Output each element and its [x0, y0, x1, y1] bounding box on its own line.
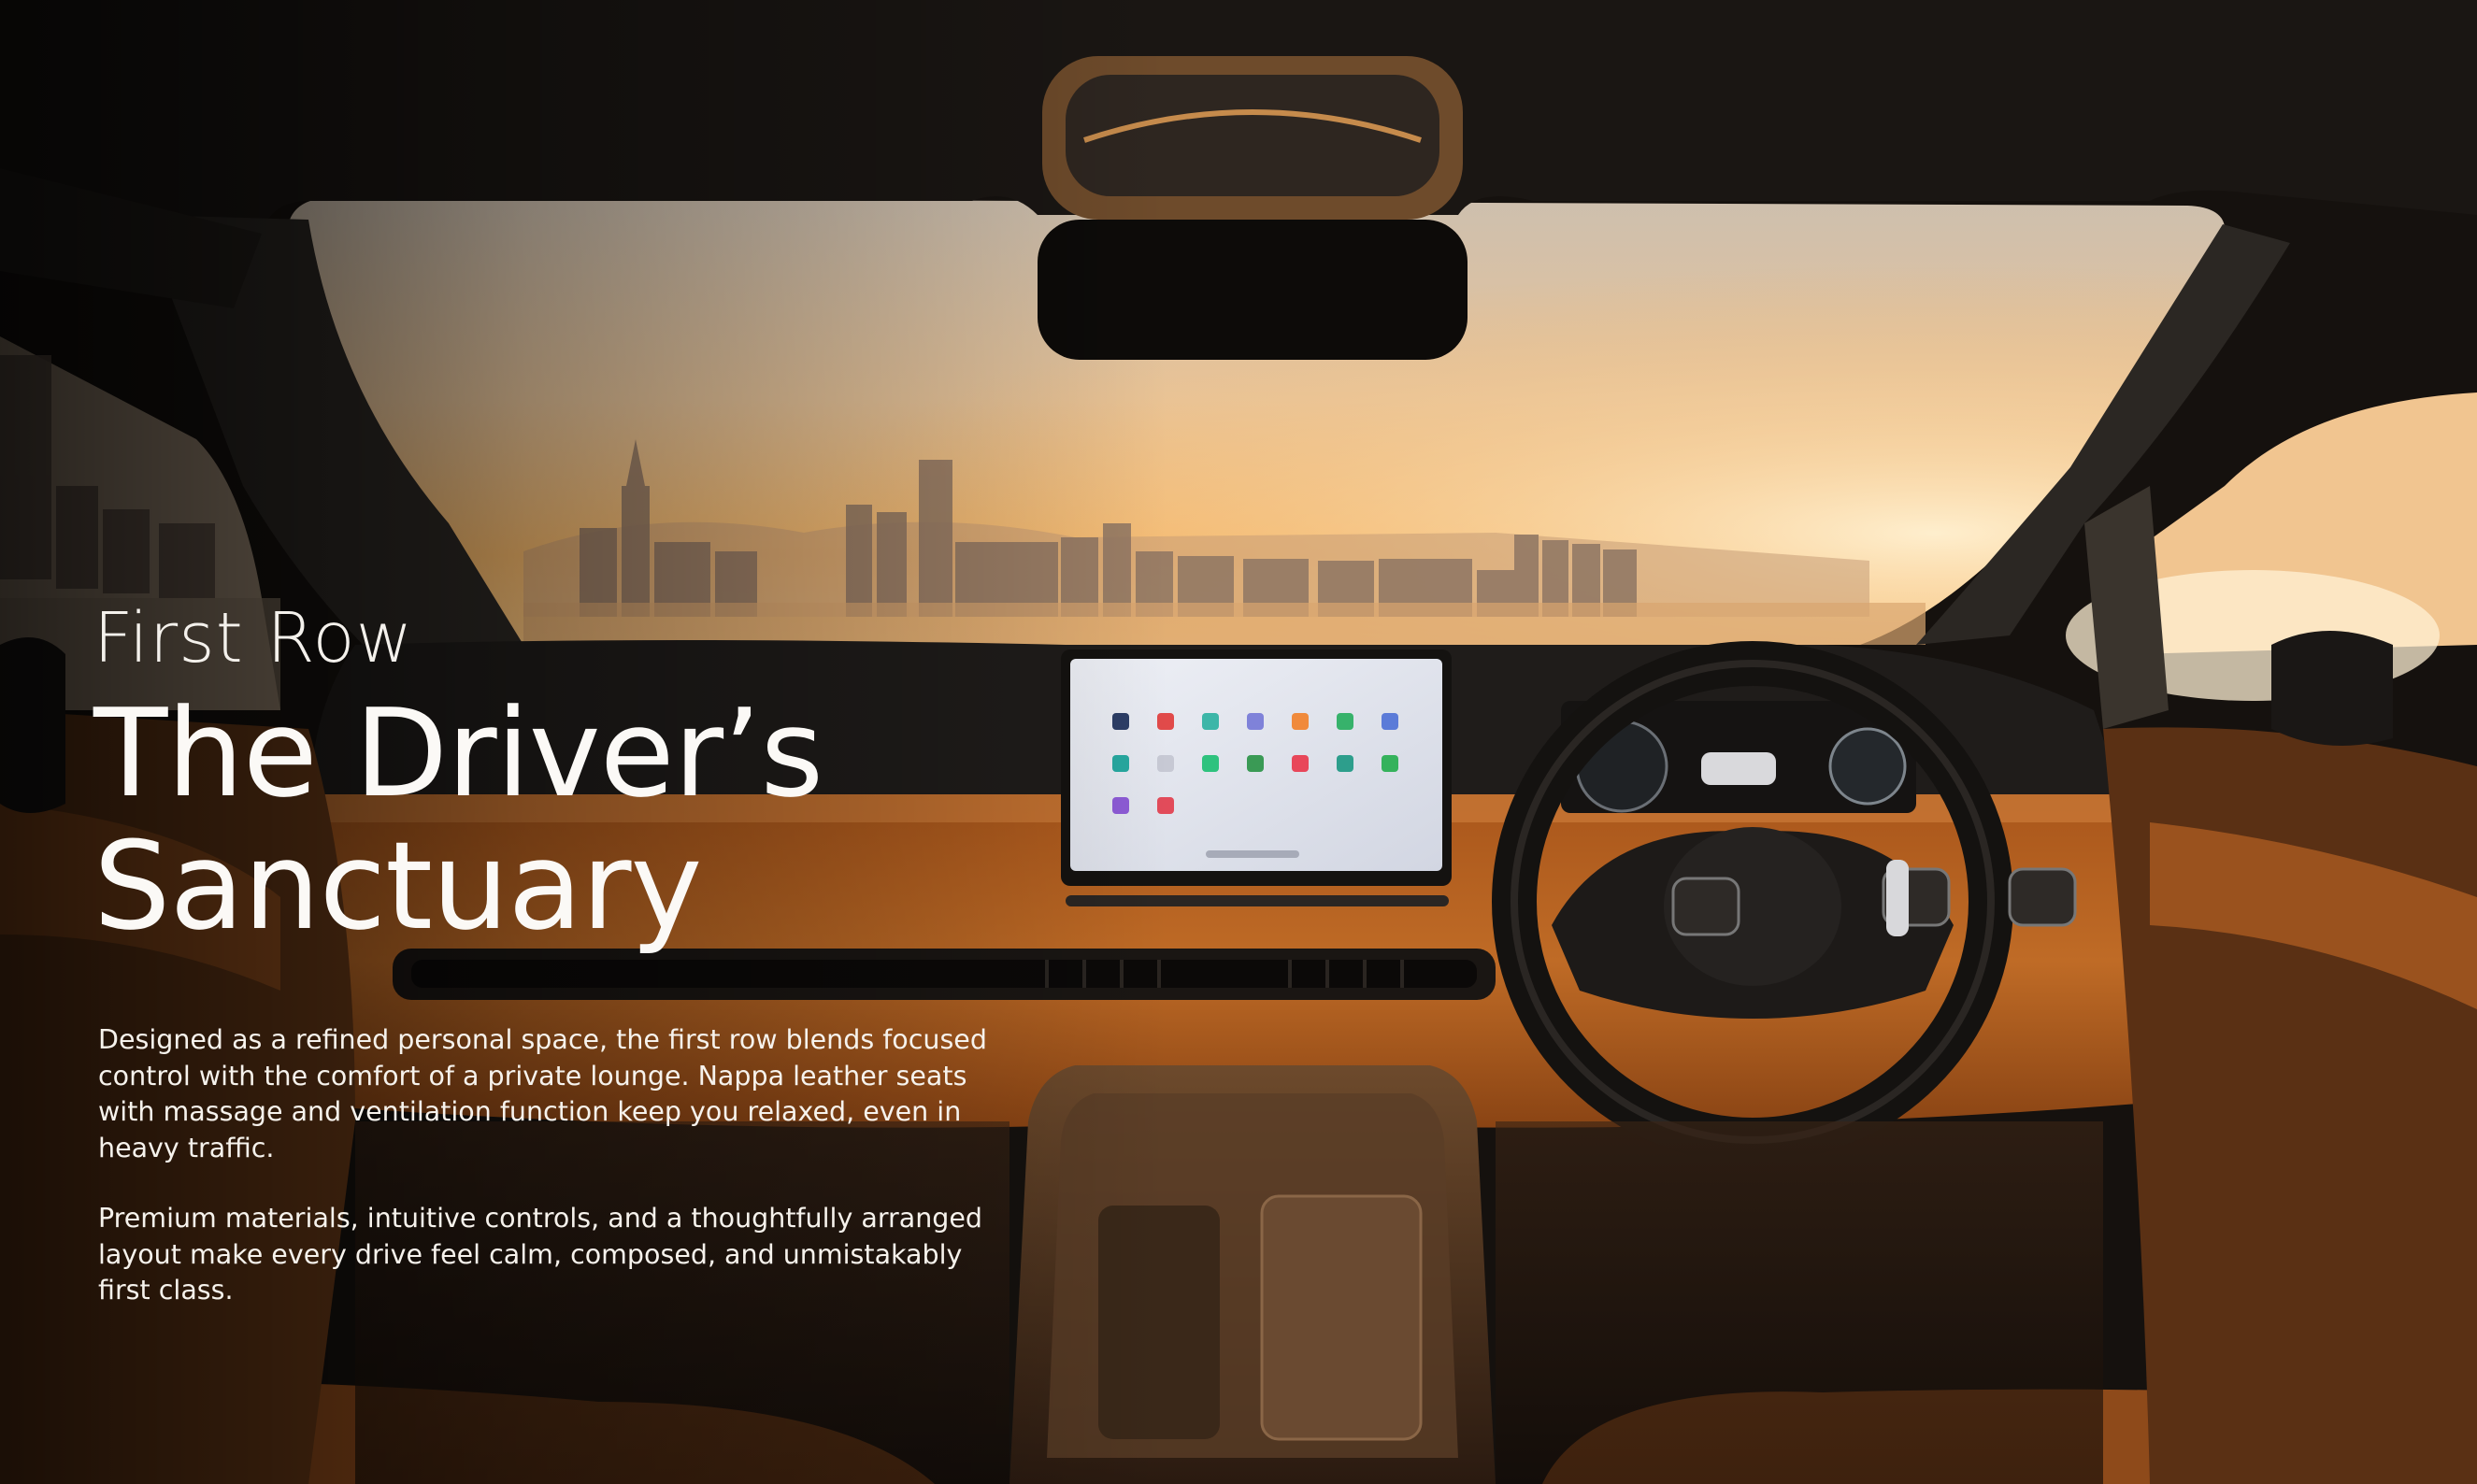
- page-title: The Driver’s Sanctuary: [93, 687, 823, 952]
- page-title-line-2: Sanctuary: [93, 815, 702, 957]
- page-title-line-1: The Driver’s: [93, 682, 823, 824]
- brochure-page: First Row The Driver’s Sanctuary Designe…: [0, 0, 2477, 1484]
- section-eyebrow: First Row: [93, 598, 414, 678]
- body-paragraph-2: Premium materials, intuitive controls, a…: [98, 1203, 983, 1306]
- body-paragraph-1: Designed as a refined personal space, th…: [98, 1024, 987, 1163]
